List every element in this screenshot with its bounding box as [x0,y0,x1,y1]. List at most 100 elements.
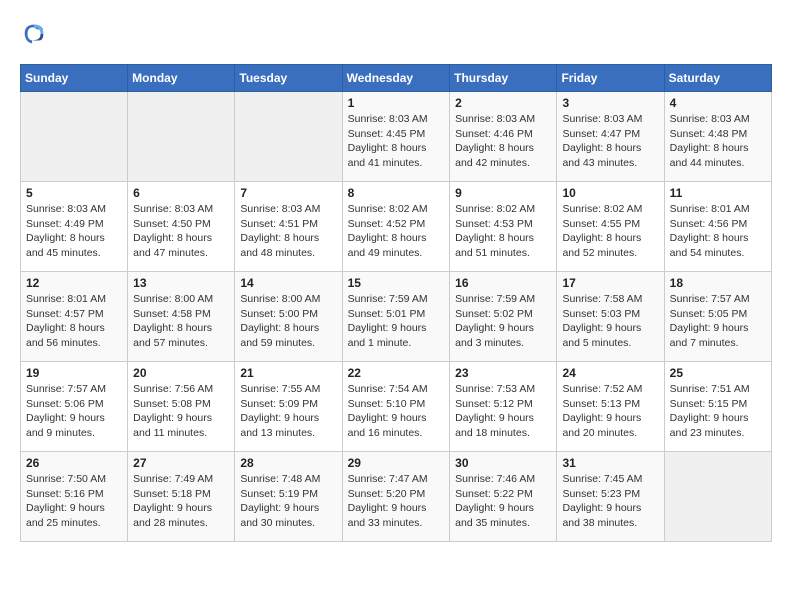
weekday-header-saturday: Saturday [664,65,771,92]
day-number: 27 [133,456,229,470]
calendar-cell: 15 Sunrise: 7:59 AM Sunset: 5:01 PM Dayli… [342,272,450,362]
calendar-cell: 9 Sunrise: 8:02 AM Sunset: 4:53 PM Daylig… [450,182,557,272]
calendar-week-1: 1 Sunrise: 8:03 AM Sunset: 4:45 PM Daylig… [21,92,772,182]
calendar-cell: 7 Sunrise: 8:03 AM Sunset: 4:51 PM Daylig… [235,182,342,272]
calendar-cell: 25Sunrise: 7:51 AM Sunset: 5:15 PM Dayli… [664,362,771,452]
calendar-cell: 4 Sunrise: 8:03 AM Sunset: 4:48 PM Daylig… [664,92,771,182]
calendar-cell: 23Sunrise: 7:53 AM Sunset: 5:12 PM Dayli… [450,362,557,452]
day-number: 16 [455,276,551,290]
calendar-week-5: 26Sunrise: 7:50 AM Sunset: 5:16 PM Dayli… [21,452,772,542]
day-info: Sunrise: 7:52 AM Sunset: 5:13 PM Dayligh… [562,382,658,441]
calendar-cell [235,92,342,182]
calendar-cell: 10 Sunrise: 8:02 AM Sunset: 4:55 PM Dayli… [557,182,664,272]
day-info: Sunrise: 8:00 AM Sunset: 5:00 PM Dayligh… [240,292,336,351]
day-info: Sunrise: 8:03 AM Sunset: 4:47 PM Dayligh… [562,112,658,171]
day-info: Sunrise: 7:59 AM Sunset: 5:02 PM Dayligh… [455,292,551,351]
calendar-week-4: 19 Sunrise: 7:57 AM Sunset: 5:06 PM Dayli… [21,362,772,452]
day-number: 15 [348,276,445,290]
day-info: Sunrise: 7:45 AM Sunset: 5:23 PM Dayligh… [562,472,658,531]
day-number: 22 [348,366,445,380]
day-info: Sunrise: 8:03 AM Sunset: 4:46 PM Dayligh… [455,112,551,171]
calendar-cell: 1 Sunrise: 8:03 AM Sunset: 4:45 PM Daylig… [342,92,450,182]
day-number: 2 [455,96,551,110]
day-number: 29 [348,456,445,470]
day-number: 30 [455,456,551,470]
day-info: Sunrise: 8:02 AM Sunset: 4:55 PM Dayligh… [562,202,658,261]
day-info: Sunrise: 8:03 AM Sunset: 4:45 PM Dayligh… [348,112,445,171]
weekday-header-monday: Monday [128,65,235,92]
day-number: 23 [455,366,551,380]
calendar-cell: 30 Sunrise: 7:46 AM Sunset: 5:22 PM Dayli… [450,452,557,542]
calendar-cell: 24 Sunrise: 7:52 AM Sunset: 5:13 PM Dayli… [557,362,664,452]
day-info: Sunrise: 7:57 AM Sunset: 5:06 PM Dayligh… [26,382,122,441]
day-info: Sunrise: 7:55 AM Sunset: 5:09 PM Dayligh… [240,382,336,441]
day-number: 14 [240,276,336,290]
day-info: Sunrise: 7:54 AM Sunset: 5:10 PM Dayligh… [348,382,445,441]
page-header [20,20,772,48]
calendar-cell: 8 Sunrise: 8:02 AM Sunset: 4:52 PM Daylig… [342,182,450,272]
day-info: Sunrise: 7:49 AM Sunset: 5:18 PM Dayligh… [133,472,229,531]
calendar-cell: 6 Sunrise: 8:03 AM Sunset: 4:50 PM Daylig… [128,182,235,272]
day-number: 25 [670,366,766,380]
weekday-header-tuesday: Tuesday [235,65,342,92]
day-info: Sunrise: 8:00 AM Sunset: 4:58 PM Dayligh… [133,292,229,351]
day-info: Sunrise: 8:02 AM Sunset: 4:52 PM Dayligh… [348,202,445,261]
day-number: 12 [26,276,122,290]
weekday-header-wednesday: Wednesday [342,65,450,92]
calendar-cell: 13 Sunrise: 8:00 AM Sunset: 4:58 PM Dayli… [128,272,235,362]
calendar-cell: 27 Sunrise: 7:49 AM Sunset: 5:18 PM Dayli… [128,452,235,542]
calendar-cell: 21 Sunrise: 7:55 AM Sunset: 5:09 PM Dayli… [235,362,342,452]
day-info: Sunrise: 8:03 AM Sunset: 4:50 PM Dayligh… [133,202,229,261]
day-number: 13 [133,276,229,290]
day-info: Sunrise: 8:03 AM Sunset: 4:48 PM Dayligh… [670,112,766,171]
day-info: Sunrise: 8:02 AM Sunset: 4:53 PM Dayligh… [455,202,551,261]
calendar-week-3: 12Sunrise: 8:01 AM Sunset: 4:57 PM Dayli… [21,272,772,362]
calendar-cell: 16 Sunrise: 7:59 AM Sunset: 5:02 PM Dayli… [450,272,557,362]
day-info: Sunrise: 7:56 AM Sunset: 5:08 PM Dayligh… [133,382,229,441]
calendar-cell: 11 Sunrise: 8:01 AM Sunset: 4:56 PM Dayli… [664,182,771,272]
day-info: Sunrise: 7:46 AM Sunset: 5:22 PM Dayligh… [455,472,551,531]
day-info: Sunrise: 8:01 AM Sunset: 4:56 PM Dayligh… [670,202,766,261]
day-info: Sunrise: 7:47 AM Sunset: 5:20 PM Dayligh… [348,472,445,531]
calendar-cell [21,92,128,182]
day-info: Sunrise: 7:57 AM Sunset: 5:05 PM Dayligh… [670,292,766,351]
calendar-cell [664,452,771,542]
calendar-cell: 29 Sunrise: 7:47 AM Sunset: 5:20 PM Dayli… [342,452,450,542]
day-number: 11 [670,186,766,200]
day-info: Sunrise: 7:50 AM Sunset: 5:16 PM Dayligh… [26,472,122,531]
day-info: Sunrise: 7:48 AM Sunset: 5:19 PM Dayligh… [240,472,336,531]
calendar-cell: 20 Sunrise: 7:56 AM Sunset: 5:08 PM Dayli… [128,362,235,452]
day-number: 7 [240,186,336,200]
calendar-cell: 18Sunrise: 7:57 AM Sunset: 5:05 PM Dayli… [664,272,771,362]
day-number: 20 [133,366,229,380]
day-info: Sunrise: 7:59 AM Sunset: 5:01 PM Dayligh… [348,292,445,351]
day-number: 28 [240,456,336,470]
logo [20,20,52,48]
day-number: 1 [348,96,445,110]
day-number: 21 [240,366,336,380]
day-number: 31 [562,456,658,470]
day-number: 24 [562,366,658,380]
day-number: 3 [562,96,658,110]
day-number: 9 [455,186,551,200]
calendar: SundayMondayTuesdayWednesdayThursdayFrid… [20,64,772,542]
logo-icon [20,20,48,48]
calendar-cell: 5 Sunrise: 8:03 AM Sunset: 4:49 PM Daylig… [21,182,128,272]
weekday-header-row: SundayMondayTuesdayWednesdayThursdayFrid… [21,65,772,92]
day-info: Sunrise: 8:03 AM Sunset: 4:49 PM Dayligh… [26,202,122,261]
day-number: 4 [670,96,766,110]
calendar-cell: 14 Sunrise: 8:00 AM Sunset: 5:00 PM Dayli… [235,272,342,362]
calendar-cell: 22 Sunrise: 7:54 AM Sunset: 5:10 PM Dayli… [342,362,450,452]
day-number: 8 [348,186,445,200]
calendar-cell: 26Sunrise: 7:50 AM Sunset: 5:16 PM Dayli… [21,452,128,542]
calendar-cell: 19 Sunrise: 7:57 AM Sunset: 5:06 PM Dayli… [21,362,128,452]
calendar-cell: 12Sunrise: 8:01 AM Sunset: 4:57 PM Dayli… [21,272,128,362]
day-number: 19 [26,366,122,380]
day-info: Sunrise: 7:58 AM Sunset: 5:03 PM Dayligh… [562,292,658,351]
day-number: 5 [26,186,122,200]
day-number: 6 [133,186,229,200]
day-number: 10 [562,186,658,200]
weekday-header-thursday: Thursday [450,65,557,92]
weekday-header-sunday: Sunday [21,65,128,92]
day-info: Sunrise: 8:03 AM Sunset: 4:51 PM Dayligh… [240,202,336,261]
